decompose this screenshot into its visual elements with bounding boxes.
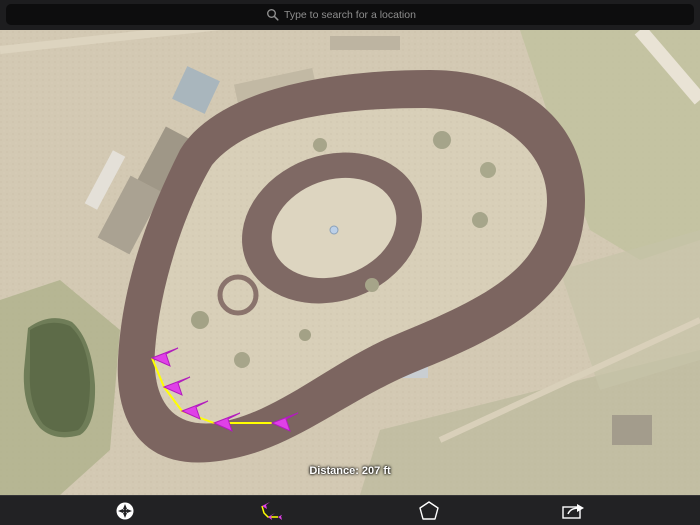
building [330, 36, 400, 50]
distance-label: Distance: 207 ft [309, 465, 391, 477]
share-button[interactable] [562, 500, 586, 522]
search-input[interactable] [284, 8, 434, 21]
search-box[interactable] [6, 4, 694, 25]
satellite-map[interactable] [0, 30, 700, 495]
bottom-toolbar [0, 495, 700, 525]
compass-icon [115, 501, 135, 521]
map-app: Distance: 207 ft [0, 0, 700, 525]
measure-distance-button[interactable] [258, 500, 282, 522]
measure-distance-icon [258, 500, 282, 522]
polygon-button[interactable] [417, 500, 441, 522]
building [612, 415, 652, 445]
polygon-icon [418, 500, 440, 522]
compass-button[interactable] [113, 500, 137, 522]
search-bar [0, 0, 700, 30]
share-icon [561, 501, 587, 521]
search-icon [266, 8, 280, 22]
